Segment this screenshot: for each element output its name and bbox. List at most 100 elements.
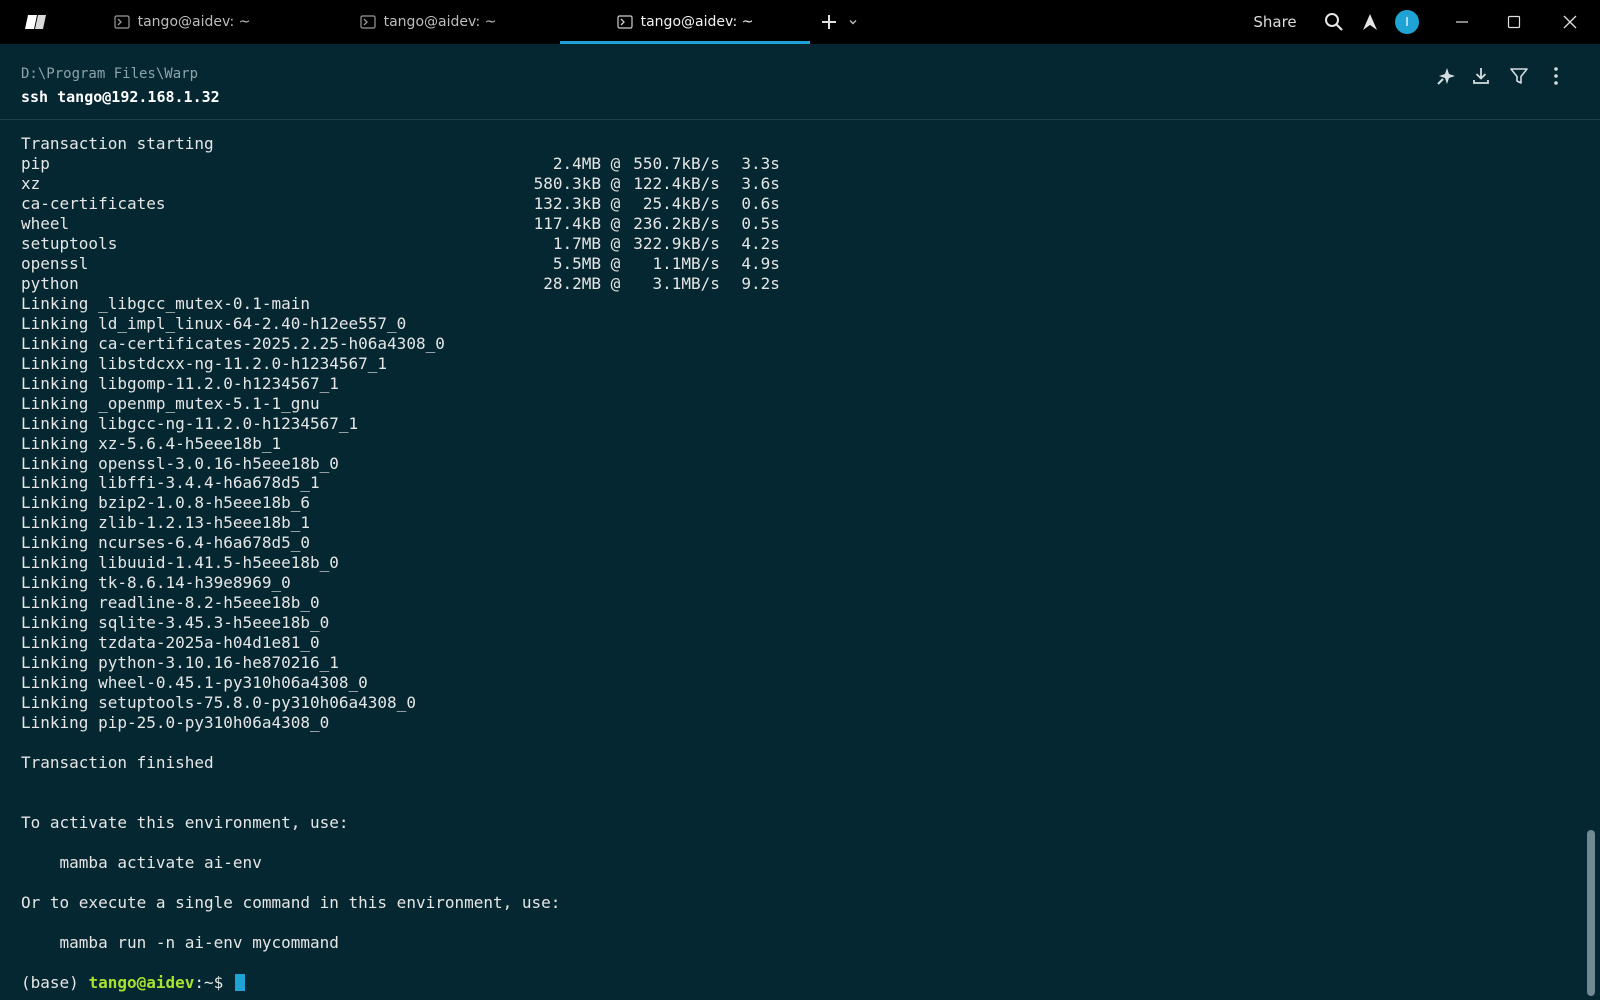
new-tab-icon <box>822 15 836 29</box>
linking-line: Linking libffi-3.4.4-h6a678d5_1 <box>21 473 320 493</box>
save-output-button[interactable] <box>1467 62 1495 90</box>
download-time: 0.5s <box>741 213 780 233</box>
download-icon <box>1473 68 1489 84</box>
warp-ai-button[interactable] <box>1356 0 1384 44</box>
linking-line: Linking libgomp-11.2.0-h1234567_1 <box>21 373 339 393</box>
terminal-icon <box>617 15 633 29</box>
more-vertical-icon <box>1554 67 1558 85</box>
download-time: 0.6s <box>741 193 780 213</box>
linking-line: Linking bzip2-1.0.8-h5eee18b_6 <box>21 493 310 513</box>
sparkle-icon <box>1437 68 1455 85</box>
filter-icon <box>1510 68 1528 84</box>
tab-label: tango@aidev: ~ <box>137 14 251 30</box>
close-icon <box>1563 15 1577 29</box>
download-row: xz 580.3kB @ 122.4kB/s 3.6s <box>21 174 1581 194</box>
avatar: I <box>1395 10 1419 34</box>
at-separator: @ <box>601 273 630 293</box>
close-window-button[interactable] <box>1548 0 1592 44</box>
block-more-button[interactable] <box>1542 62 1570 90</box>
package-name: openssl <box>21 253 89 273</box>
output-line: Transaction finished <box>21 753 214 773</box>
download-rate: 25.4kB/s <box>642 193 720 213</box>
tab-1[interactable]: tango@aidev: ~ <box>57 0 307 44</box>
linking-line: Linking ncurses-6.4-h6a678d5_0 <box>21 533 310 553</box>
linking-line: Linking xz-5.6.4-h5eee18b_1 <box>21 433 282 453</box>
download-time: 4.9s <box>741 253 780 273</box>
at-separator: @ <box>601 153 630 173</box>
linking-line: Linking readline-8.2-h5eee18b_0 <box>21 593 320 613</box>
text-cursor[interactable] <box>234 973 245 991</box>
command-block-header: D:\Program Files\Warp ssh tango@192.168.… <box>0 44 1600 119</box>
linking-line: Linking python-3.10.16-he870216_1 <box>21 653 339 673</box>
download-row: wheel 117.4kB @ 236.2kB/s 0.5s <box>21 214 1581 234</box>
package-name: setuptools <box>21 233 118 253</box>
download-row: python 28.2MB @ 3.1MB/s 9.2s <box>21 274 1581 294</box>
block-command[interactable]: ssh tango@192.168.1.32 <box>21 88 220 106</box>
terminal-icon <box>360 15 376 29</box>
ai-assist-button[interactable] <box>1432 62 1460 90</box>
download-row: openssl 5.5MB @ 1.1MB/s 4.9s <box>21 254 1581 274</box>
tab-menu-button[interactable] <box>846 0 860 44</box>
download-rate: 322.9kB/s <box>633 233 720 253</box>
download-size: 580.3kB <box>533 173 601 193</box>
tab-label: tango@aidev: ~ <box>640 14 754 30</box>
warp-logo-icon[interactable] <box>24 12 48 32</box>
account-button[interactable]: I <box>1392 0 1422 44</box>
linking-line: Linking tzdata-2025a-h04d1e81_0 <box>21 633 320 653</box>
prompt-path: :~$ <box>194 972 233 992</box>
output-line: To activate this environment, use: <box>21 812 349 832</box>
linking-line: Linking libgcc-ng-11.2.0-h1234567_1 <box>21 413 359 433</box>
at-separator: @ <box>601 233 630 253</box>
download-rate: 3.1MB/s <box>652 273 720 293</box>
title-bar: tango@aidev: ~ tango@aidev: ~ tango@aide… <box>0 0 1600 44</box>
package-name: python <box>21 273 79 293</box>
linking-line: Linking ld_impl_linux-64-2.40-h12ee557_0 <box>21 313 407 333</box>
linking-line: Linking tk-8.6.14-h39e8969_0 <box>21 573 291 593</box>
share-button[interactable]: Share <box>1250 0 1300 44</box>
download-rate: 550.7kB/s <box>633 153 720 173</box>
activate-command-line: mamba activate ai-env <box>21 852 262 872</box>
minimize-icon <box>1456 21 1468 23</box>
chevron-down-icon <box>849 20 857 25</box>
download-size: 5.5MB <box>552 253 601 273</box>
run-command-line: mamba run -n ai-env mycommand <box>21 932 339 952</box>
linking-line: Linking setuptools-75.8.0-py310h06a4308_… <box>21 693 416 713</box>
minimize-button[interactable] <box>1440 0 1484 44</box>
maximize-button[interactable] <box>1492 0 1536 44</box>
download-time: 3.6s <box>741 173 780 193</box>
tab-2[interactable]: tango@aidev: ~ <box>303 0 553 44</box>
download-size: 1.7MB <box>552 233 601 253</box>
download-time: 4.2s <box>741 233 780 253</box>
linking-line: Linking zlib-1.2.13-h5eee18b_1 <box>21 513 310 533</box>
search-button[interactable] <box>1320 0 1348 44</box>
filter-button[interactable] <box>1505 62 1533 90</box>
linking-line: Linking pip-25.0-py310h06a4308_0 <box>21 713 330 733</box>
terminal-output[interactable]: Transaction starting pip 2.4MB @ 550.7kB/… <box>21 134 1581 993</box>
prompt-env: (base) <box>21 972 89 992</box>
new-tab-button[interactable] <box>818 0 840 44</box>
at-separator: @ <box>601 213 630 233</box>
download-size: 132.3kB <box>533 193 601 213</box>
linking-line: Linking _openmp_mutex-5.1-1_gnu <box>21 393 320 413</box>
prompt-user: tango@aidev <box>88 972 195 992</box>
package-name: ca-certificates <box>21 193 166 213</box>
working-directory: D:\Program Files\Warp <box>21 66 199 82</box>
download-rate: 236.2kB/s <box>633 213 720 233</box>
linking-line: Linking wheel-0.45.1-py310h06a4308_0 <box>21 673 368 693</box>
at-separator: @ <box>601 173 630 193</box>
scrollbar[interactable] <box>1587 830 1595 996</box>
tab-3-active[interactable]: tango@aidev: ~ <box>560 0 810 44</box>
at-separator: @ <box>601 193 630 213</box>
output-line: Transaction starting <box>21 134 214 153</box>
prompt-line[interactable]: (base) tango@aidev:~$ <box>21 973 1581 993</box>
download-rate: 1.1MB/s <box>652 253 720 273</box>
linking-line: Linking libstdcxx-ng-11.2.0-h1234567_1 <box>21 353 388 373</box>
download-row: ca-certificates 132.3kB @ 25.4kB/s 0.6s <box>21 194 1581 214</box>
